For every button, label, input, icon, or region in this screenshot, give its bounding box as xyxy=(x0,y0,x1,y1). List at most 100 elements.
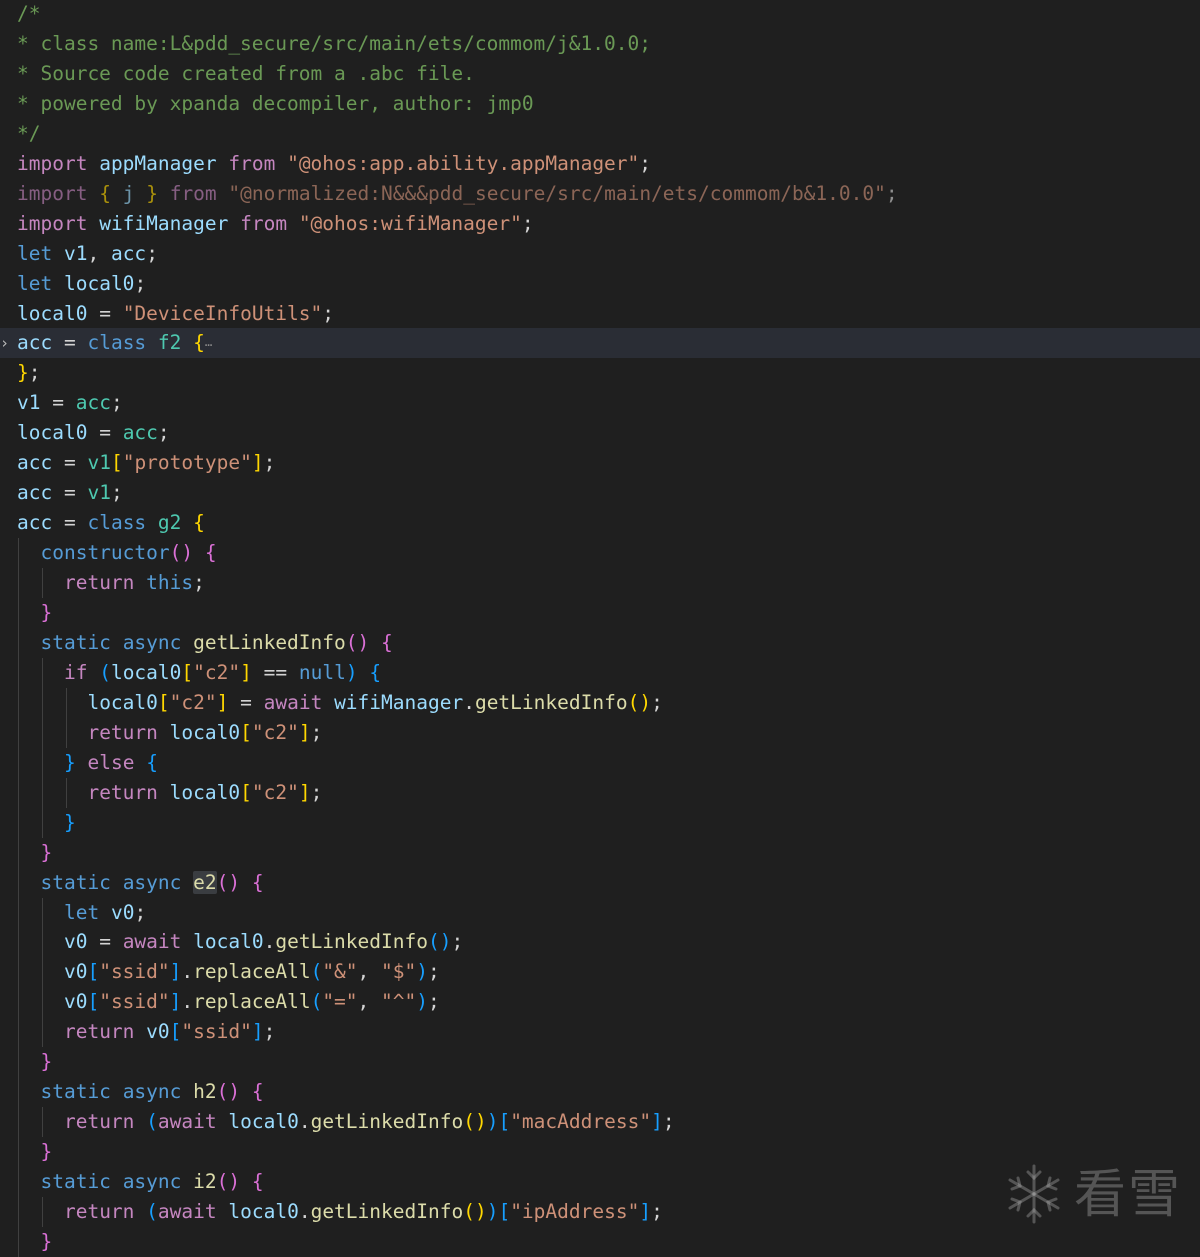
code-line[interactable]: return this; xyxy=(0,568,1200,599)
code-line[interactable]: return v0["ssid"]; xyxy=(0,1017,1200,1048)
code-line[interactable]: acc = class g2 { xyxy=(0,508,1200,538)
code-text: acc = v1; xyxy=(17,478,123,508)
code-line[interactable]: let v1, acc; xyxy=(0,239,1200,269)
code-token: static xyxy=(40,1080,111,1104)
code-token: ] xyxy=(251,451,264,475)
code-token: appManager xyxy=(99,151,217,175)
code-token: () xyxy=(627,690,652,714)
code-text: let local0; xyxy=(17,269,146,299)
code-line[interactable]: import appManager from "@ohos:app.abilit… xyxy=(0,149,1200,179)
code-line[interactable]: } xyxy=(0,598,1200,628)
code-line[interactable]: return (await local0.getLinkedInfo())["m… xyxy=(0,1107,1200,1138)
code-token: ] xyxy=(169,960,182,984)
code-token: = xyxy=(52,451,88,475)
code-token: v1 xyxy=(87,481,111,505)
code-line[interactable]: return local0["c2"]; xyxy=(0,717,1200,748)
code-token: } xyxy=(63,750,76,774)
code-line[interactable]: static async h2() { xyxy=(0,1077,1200,1108)
code-text: return local0["c2"]; xyxy=(17,778,322,808)
code-token: await xyxy=(122,930,182,954)
code-line[interactable]: local0 = acc; xyxy=(0,418,1200,448)
code-editor[interactable]: /* * class name:L&pdd_secure/src/main/ets… xyxy=(0,0,1200,1257)
code-token: ; xyxy=(110,391,123,415)
code-line[interactable]: acc = v1; xyxy=(0,478,1200,508)
code-line[interactable]: } xyxy=(0,837,1200,868)
code-token: ; xyxy=(451,930,464,954)
code-line[interactable]: v1 = acc; xyxy=(0,388,1200,418)
code-text: return (await local0.getLinkedInfo())["m… xyxy=(17,1107,675,1137)
code-token: "$" xyxy=(381,960,417,984)
code-token: ] xyxy=(216,690,229,714)
code-text: } xyxy=(17,1047,52,1077)
code-text: return local0["c2"]; xyxy=(17,718,322,748)
code-token: ; xyxy=(134,900,147,924)
code-token: await xyxy=(157,1110,217,1134)
code-token: = xyxy=(87,301,123,325)
code-line[interactable]: import wifiManager from "@ohos:wifiManag… xyxy=(0,209,1200,239)
code-token: () xyxy=(463,1110,487,1134)
code-line[interactable]: v0["ssid"].replaceAll("=", "^"); xyxy=(0,987,1200,1018)
code-line[interactable]: static async e2() { xyxy=(0,867,1200,898)
code-line[interactable]: v0 = await local0.getLinkedInfo(); xyxy=(0,927,1200,958)
code-token: h2 xyxy=(193,1080,217,1104)
code-token: ] xyxy=(169,990,182,1014)
code-line[interactable]: let v0; xyxy=(0,897,1200,928)
code-line[interactable]: } else { xyxy=(0,747,1200,778)
code-line[interactable]: acc = v1["prototype"]; xyxy=(0,448,1200,478)
folded-ellipsis[interactable]: ⋯ xyxy=(205,338,212,352)
code-line[interactable]: */ xyxy=(0,119,1200,149)
code-token: ( xyxy=(310,990,323,1014)
code-line[interactable]: import { j } from "@normalized:N&&&pdd_s… xyxy=(0,179,1200,209)
code-line[interactable]: } xyxy=(0,1226,1200,1257)
code-line[interactable]: let local0; xyxy=(0,269,1200,299)
code-line[interactable]: }; xyxy=(0,358,1200,388)
code-line[interactable]: › acc = class f2 {⋯ xyxy=(0,328,1200,359)
code-line[interactable]: constructor() { xyxy=(0,538,1200,569)
code-line[interactable]: * Source code created from a .abc file. xyxy=(0,59,1200,89)
code-token: } xyxy=(40,1229,53,1253)
code-token: from xyxy=(240,211,288,235)
code-line[interactable]: v0["ssid"].replaceAll("&", "$"); xyxy=(0,957,1200,988)
code-line[interactable]: * powered by xpanda decompiler, author: … xyxy=(0,89,1200,119)
code-token: "c2" xyxy=(169,690,217,714)
code-line[interactable]: local0 = "DeviceInfoUtils"; xyxy=(0,299,1200,329)
code-token: e2 xyxy=(193,870,217,894)
code-line[interactable]: local0["c2"] = await wifiManager.getLink… xyxy=(0,687,1200,718)
code-line[interactable]: } xyxy=(0,807,1200,838)
code-token: "c2" xyxy=(251,720,299,744)
code-token: ; xyxy=(428,960,440,984)
code-token: ; xyxy=(157,421,170,445)
code-token: "@ohos:app.ability.appManager" xyxy=(287,151,640,175)
code-token: ; xyxy=(428,990,440,1014)
code-token: ; xyxy=(322,301,335,325)
code-line[interactable]: return local0["c2"]; xyxy=(0,777,1200,808)
code-line[interactable]: static async getLinkedInfo() { xyxy=(0,627,1200,658)
code-token: ) xyxy=(486,1200,499,1223)
code-token: "prototype" xyxy=(122,451,252,475)
code-line[interactable]: } xyxy=(0,1047,1200,1078)
code-text: return (await local0.getLinkedInfo())["i… xyxy=(17,1197,663,1227)
fold-chevron-icon[interactable]: › xyxy=(0,328,9,358)
code-line[interactable]: * class name:L&pdd_secure/src/main/ets/c… xyxy=(0,29,1200,59)
code-token: } xyxy=(40,840,53,864)
code-token: class xyxy=(87,511,147,535)
code-token: "ssid" xyxy=(99,990,170,1014)
code-token: [ xyxy=(110,451,123,475)
code-line[interactable]: /* xyxy=(0,0,1200,29)
code-line[interactable]: if (local0["c2"] == null) { xyxy=(0,657,1200,688)
code-token: static xyxy=(40,1170,111,1194)
